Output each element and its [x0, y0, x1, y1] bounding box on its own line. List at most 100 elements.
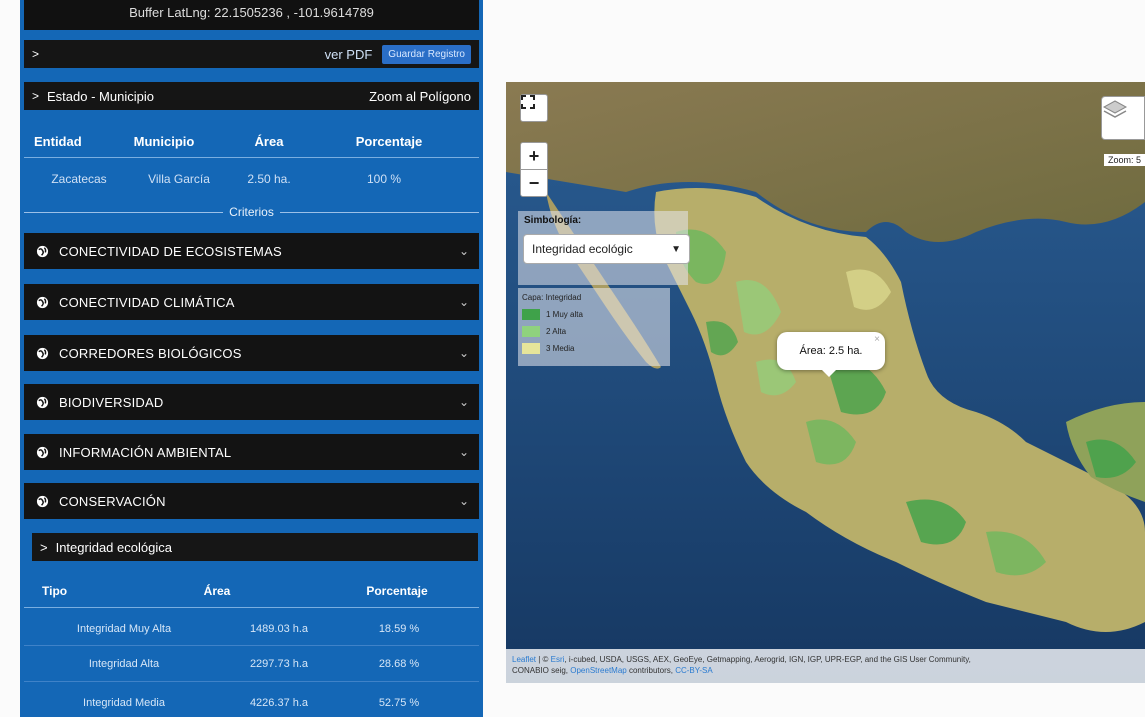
accordion-label: CONSERVACIÓN — [59, 493, 166, 509]
cell-porcentaje: 100 % — [366, 172, 402, 186]
legend-item: 3 Media — [522, 343, 574, 354]
osm-link[interactable]: OpenStreetMap — [570, 666, 626, 675]
map-view[interactable]: + − Zoom: 5 Simbología: Integridad ecoló… — [506, 82, 1145, 683]
accordion-biodiversidad[interactable]: BIODIVERSIDAD ⌄ — [24, 384, 479, 420]
globe-icon — [36, 296, 49, 308]
integridad-ecologica-bar[interactable]: > Integridad ecológica — [32, 533, 478, 561]
save-record-button[interactable]: Guardar Registro — [382, 44, 471, 64]
popup-text: Área: 2.5 ha. — [799, 345, 863, 357]
divider — [24, 681, 479, 682]
attrib-text: contributors, — [626, 666, 676, 675]
chevron-right-icon: > — [32, 89, 40, 103]
cc-link[interactable]: CC-BY-SA — [675, 666, 713, 675]
symbology-select[interactable]: Integridad ecológic ▼ — [523, 234, 690, 264]
esri-link[interactable]: Esri — [551, 655, 565, 664]
divider — [24, 157, 479, 158]
col-area: Área — [254, 134, 284, 149]
fullscreen-icon — [521, 95, 535, 109]
col-municipio: Municipio — [133, 134, 195, 149]
integridad-ecologica-label: Integridad ecológica — [55, 539, 172, 555]
zoom-level-label: Zoom: 5 — [1103, 154, 1145, 166]
col-tipo: Tipo — [42, 584, 68, 598]
symbology-label: Simbología: — [524, 215, 582, 226]
table-row: Zacatecas Villa García 2.50 ha. 100 % — [24, 172, 479, 186]
table-row: Integridad Alta 2297.73 h.a 28.68 % — [24, 658, 479, 670]
close-icon[interactable]: × — [874, 334, 880, 345]
globe-icon — [36, 396, 49, 408]
cell-tipo: Integridad Alta — [88, 658, 160, 670]
chevron-down-icon: ▼ — [671, 243, 681, 255]
accordion-label: CONECTIVIDAD DE ECOSISTEMAS — [59, 243, 282, 259]
col-porcentaje: Porcentaje — [355, 134, 423, 149]
attrib-text: , i-cubed, USDA, USGS, AEX, GeoEye, Getm… — [564, 655, 971, 664]
attrib-sep: | © — [536, 655, 551, 664]
accordion-conectividad-climatica[interactable]: CONECTIVIDAD CLIMÁTICA ⌄ — [24, 284, 479, 320]
chevron-down-icon: ⌄ — [458, 295, 469, 309]
table-row: Integridad Muy Alta 1489.03 h.a 18.59 % — [24, 623, 479, 635]
chevron-right-icon: > — [40, 539, 48, 555]
buffer-latlng-text: Buffer LatLng: 22.1505236 , -101.9614789 — [24, 0, 479, 30]
accordion-label: CORREDORES BIOLÓGICOS — [59, 345, 242, 361]
accordion-corredores-biologicos[interactable]: CORREDORES BIOLÓGICOS ⌄ — [24, 335, 479, 371]
integrity-table-header: Tipo Área Porcentaje — [24, 584, 479, 598]
legend-label: 3 Media — [546, 344, 575, 353]
layers-icon — [1102, 100, 1128, 118]
criteria-divider: Criterios — [24, 204, 480, 220]
legend-swatch — [522, 343, 540, 354]
accordion-informacion-ambiental[interactable]: INFORMACIÓN AMBIENTAL ⌄ — [24, 434, 479, 470]
cell-area: 2.50 ha. — [247, 172, 291, 186]
zoom-out-button[interactable]: − — [520, 169, 548, 197]
cell-entidad: Zacatecas — [51, 172, 107, 186]
chevron-down-icon: ⌄ — [458, 445, 469, 459]
globe-icon — [36, 495, 49, 507]
legend-item: 2 Alta — [522, 326, 566, 337]
symbology-selected-value: Integridad ecológic — [532, 242, 633, 256]
globe-icon — [36, 245, 49, 257]
criteria-label: Criterios — [229, 205, 274, 219]
globe-icon — [36, 446, 49, 458]
cell-area: 2297.73 h.a — [249, 658, 309, 670]
satellite-basemap — [506, 82, 1145, 683]
cell-porcentaje: 28.68 % — [378, 658, 420, 670]
accordion-label: INFORMACIÓN AMBIENTAL — [59, 444, 232, 460]
divider — [24, 607, 479, 608]
map-legend: Capa: Integridad 1 Muy alta 2 Alta 3 Med… — [518, 288, 670, 366]
zoom-in-button[interactable]: + — [520, 142, 548, 170]
table-row: Integridad Media 4226.37 h.a 52.75 % — [24, 697, 479, 709]
legend-label: 2 Alta — [546, 327, 567, 336]
toolbar-bar: > ver PDF Guardar Registro — [24, 40, 479, 68]
chevron-down-icon: ⌄ — [458, 244, 469, 258]
attrib-text: CONABIO seig, — [512, 666, 571, 675]
map-attribution: Leaflet | © Esri, i-cubed, USDA, USGS, A… — [506, 649, 1145, 683]
chevron-right-icon[interactable]: > — [32, 47, 39, 61]
col-area: Área — [203, 584, 231, 598]
location-table-header: Entidad Municipio Área Porcentaje — [24, 134, 479, 149]
chevron-down-icon: ⌄ — [458, 395, 469, 409]
legend-title: Capa: Integridad — [522, 293, 582, 302]
cell-area: 1489.03 h.a — [249, 623, 309, 635]
legend-swatch — [522, 326, 540, 337]
accordion-conservacion[interactable]: CONSERVACIÓN ⌄ — [24, 483, 479, 519]
col-entidad: Entidad — [34, 134, 82, 149]
leaflet-link[interactable]: Leaflet — [512, 655, 536, 664]
left-panel: Buffer LatLng: 22.1505236 , -101.9614789… — [20, 0, 483, 717]
estado-municipio-label: Estado - Municipio — [47, 88, 154, 104]
cell-tipo: Integridad Muy Alta — [76, 623, 172, 635]
accordion-conectividad-ecosistemas[interactable]: CONECTIVIDAD DE ECOSISTEMAS ⌄ — [24, 233, 479, 269]
fullscreen-button[interactable] — [520, 94, 548, 122]
col-porcentaje: Porcentaje — [366, 584, 428, 598]
cell-porcentaje: 18.59 % — [378, 623, 420, 635]
legend-swatch — [522, 309, 540, 320]
ver-pdf-link[interactable]: ver PDF — [325, 47, 373, 62]
chevron-down-icon: ⌄ — [458, 494, 469, 508]
area-popup: Área: 2.5 ha. × — [777, 332, 885, 370]
legend-item: 1 Muy alta — [522, 309, 583, 320]
layers-button[interactable] — [1101, 96, 1145, 140]
cell-area: 4226.37 h.a — [249, 697, 309, 709]
cell-municipio: Villa García — [148, 172, 210, 186]
zoom-polygon-link[interactable]: Zoom al Polígono — [369, 89, 471, 104]
legend-label: 1 Muy alta — [546, 310, 583, 319]
estado-municipio-bar[interactable]: > Estado - Municipio Zoom al Polígono — [24, 82, 479, 110]
accordion-label: CONECTIVIDAD CLIMÁTICA — [59, 294, 235, 310]
popup-tip — [821, 369, 837, 377]
